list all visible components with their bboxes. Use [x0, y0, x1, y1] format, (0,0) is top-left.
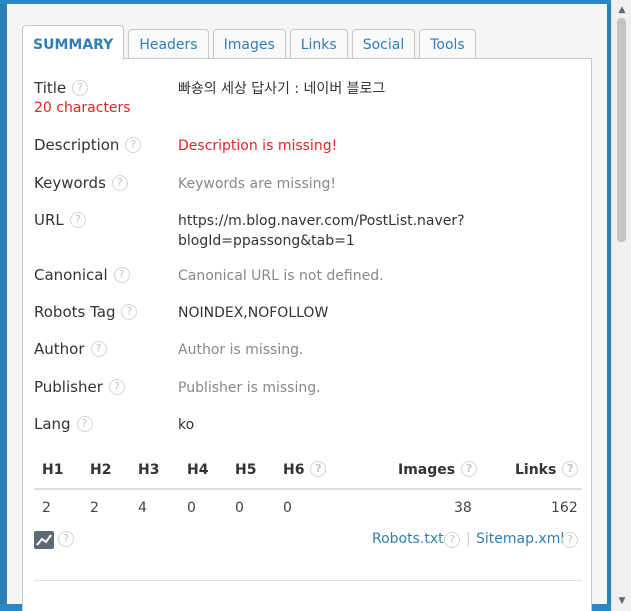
tools-row: ? Robots.txt ? | Sitemap.xml ? — [34, 529, 582, 553]
question-circle-icon[interactable]: ? — [76, 415, 93, 432]
keywords-value: Keywords are missing! — [178, 176, 337, 192]
value-h4: 0 — [187, 500, 196, 516]
url-label: URL — [34, 211, 64, 229]
title-char-count: 20 characters — [34, 100, 131, 116]
publisher-value: Publisher is missing. — [178, 380, 321, 396]
headings-table: H1 H2 H3 H4 H5 H6? Images? Links? 2 2 4 … — [34, 457, 582, 528]
headings-table-header: H1 H2 H3 H4 H5 H6? Images? Links? — [34, 457, 582, 490]
canonical-value: Canonical URL is not defined. — [178, 268, 384, 284]
col-h2: H2 — [90, 462, 112, 478]
col-links: Links? — [515, 461, 579, 478]
link-separator: | — [466, 531, 471, 547]
question-circle-icon[interactable]: ? — [444, 532, 460, 548]
tab-tools[interactable]: Tools — [419, 29, 476, 61]
tab-bar: SUMMARY Headers Images Links Social Tool… — [22, 25, 480, 61]
question-circle-icon[interactable]: ? — [90, 340, 107, 357]
question-circle-icon[interactable]: ? — [125, 136, 142, 153]
publisher-label: Publisher — [34, 378, 103, 396]
url-value-line1: https://m.blog.naver.com/PostList.naver? — [178, 213, 465, 229]
scroll-down-arrow-icon[interactable]: ▼ — [612, 593, 631, 609]
chart-line-icon[interactable] — [34, 531, 54, 549]
section-divider — [34, 580, 582, 581]
tab-summary[interactable]: SUMMARY — [22, 25, 125, 60]
question-circle-icon[interactable]: ? — [111, 174, 128, 191]
canonical-label: Canonical — [34, 266, 108, 284]
question-circle-icon[interactable]: ? — [461, 461, 478, 477]
value-h1: 2 — [42, 500, 51, 516]
question-circle-icon[interactable]: ? — [108, 378, 125, 395]
description-label: Description — [34, 136, 120, 154]
question-circle-icon[interactable]: ? — [121, 303, 138, 320]
tab-links[interactable]: Links — [289, 29, 348, 61]
scroll-thumb[interactable] — [617, 18, 626, 242]
robots-label: Robots Tag — [34, 303, 116, 321]
table-row: 2 2 4 0 0 0 38 162 — [34, 490, 582, 528]
value-h6: 0 — [283, 500, 292, 516]
author-label: Author — [34, 340, 85, 358]
title-label: Title — [34, 79, 67, 97]
col-h5: H5 — [235, 462, 257, 478]
sitemap-xml-link[interactable]: Sitemap.xml — [476, 531, 564, 547]
tab-social[interactable]: Social — [351, 29, 416, 61]
tab-images[interactable]: Images — [212, 29, 286, 61]
value-h2: 2 — [90, 500, 99, 516]
col-images: Images? — [398, 461, 478, 478]
value-links: 162 — [551, 500, 578, 516]
question-circle-icon[interactable]: ? — [69, 211, 86, 228]
robots-txt-link[interactable]: Robots.txt — [372, 531, 444, 547]
col-h6: H6? — [283, 461, 327, 478]
url-value-line2: blogId=ppassong&tab=1 — [178, 233, 355, 249]
title-value: 빠숑의 세상 답사기 : 네이버 블로그 — [178, 81, 386, 97]
question-circle-icon[interactable]: ? — [113, 266, 130, 283]
scroll-up-arrow-icon[interactable]: ▲ — [612, 2, 631, 18]
value-h3: 4 — [138, 500, 147, 516]
lang-label: Lang — [34, 415, 71, 433]
tab-headers[interactable]: Headers — [128, 29, 209, 61]
question-circle-icon[interactable]: ? — [562, 532, 578, 548]
question-circle-icon[interactable]: ? — [58, 531, 74, 547]
value-images: 38 — [454, 500, 472, 516]
col-h4: H4 — [187, 462, 209, 478]
url-value[interactable]: https://m.blog.naver.com/PostList.naver?… — [178, 211, 465, 251]
question-circle-icon[interactable]: ? — [562, 461, 579, 477]
keywords-label: Keywords — [34, 174, 106, 192]
summary-panel: Title? 20 characters 빠숑의 세상 답사기 : 네이버 블로… — [22, 58, 592, 611]
col-h1: H1 — [42, 462, 64, 478]
question-circle-icon[interactable]: ? — [72, 79, 89, 96]
value-h5: 0 — [235, 500, 244, 516]
lang-value: ko — [178, 417, 195, 433]
col-h3: H3 — [138, 462, 160, 478]
description-value: Description is missing! — [178, 138, 338, 154]
robots-value: NOINDEX,NOFOLLOW — [178, 305, 329, 321]
question-circle-icon[interactable]: ? — [310, 461, 327, 477]
author-value: Author is missing. — [178, 342, 304, 358]
vertical-scrollbar[interactable]: ▲ ▼ — [611, 0, 631, 611]
